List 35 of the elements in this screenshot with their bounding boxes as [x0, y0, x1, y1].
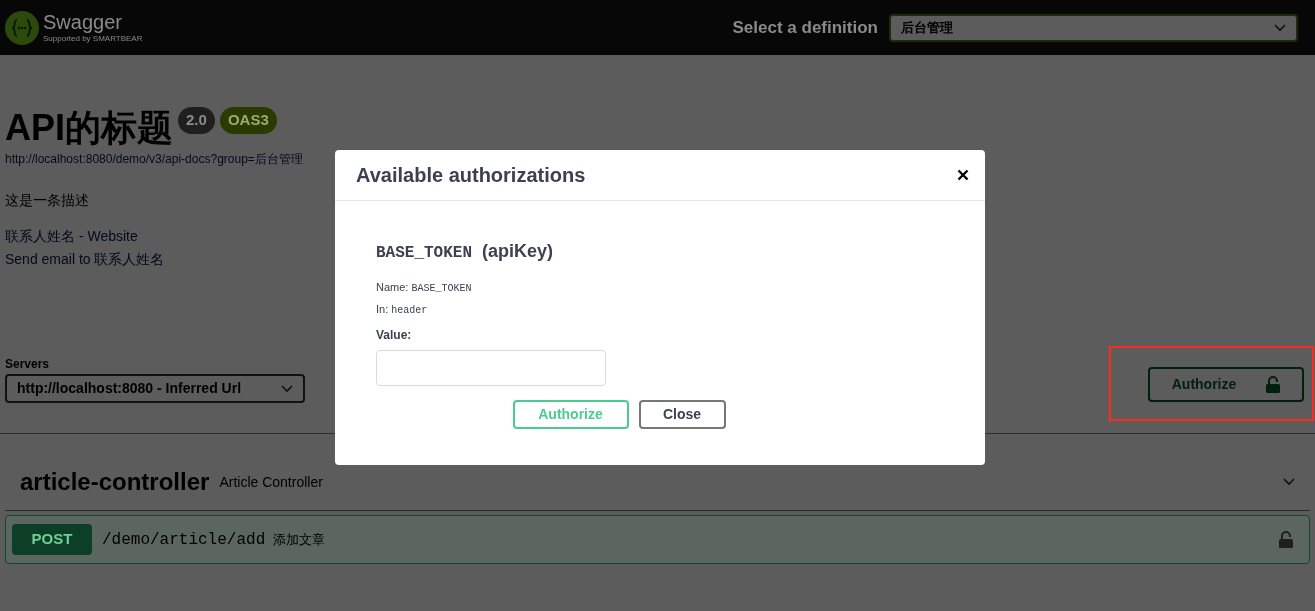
version-badge: OAS3: [219, 107, 277, 134]
api-description: 这是一条描述: [5, 191, 90, 210]
chevron-down-icon: [1274, 23, 1286, 32]
endpoint-path: /demo/article/add: [102, 529, 266, 551]
definition-label: Select a definition: [732, 16, 878, 39]
dialog-title: Available authorizations: [356, 163, 586, 188]
close-button[interactable]: Close: [638, 400, 726, 429]
lock-icon[interactable]: [1279, 531, 1293, 548]
logo-icon: [5, 10, 39, 45]
value-input[interactable]: [376, 350, 606, 386]
tag-name[interactable]: article-controller: [20, 464, 210, 500]
in-label: In:: [376, 302, 389, 317]
servers-label: Servers: [5, 356, 51, 373]
in-value: header: [391, 304, 428, 318]
logo-subtext: Supported by SMARTBEAR: [43, 35, 143, 43]
value-label: Value:: [376, 327, 413, 344]
authorize-button[interactable]: Authorize: [512, 400, 629, 429]
authorize-button[interactable]: Authorize: [1148, 367, 1304, 402]
chevron-down-icon: [1283, 478, 1295, 486]
method-badge: POST: [12, 524, 92, 555]
logo-text: Swagger: [43, 12, 123, 32]
name-value: BASE_TOKEN: [411, 282, 472, 296]
endpoint-summary: 添加文章: [273, 530, 326, 549]
chevron-down-icon: [281, 384, 293, 393]
version-badge: 2.0: [178, 107, 215, 134]
lock-icon: [1266, 376, 1281, 393]
name-label: Name:: [376, 280, 409, 295]
definition-select[interactable]: 后台管理: [889, 13, 1298, 42]
api-title: API的标题: [5, 106, 173, 150]
servers-select[interactable]: http://localhost:8080 - Inferred Url: [5, 374, 305, 403]
close-icon[interactable]: [957, 169, 969, 181]
scheme-name: BASE_TOKEN: [376, 243, 472, 264]
tag-description: Article Controller: [219, 472, 323, 492]
operation-row[interactable]: POST /demo/article/add 添加文章: [5, 515, 1310, 564]
scheme-type: (apiKey): [482, 240, 554, 263]
